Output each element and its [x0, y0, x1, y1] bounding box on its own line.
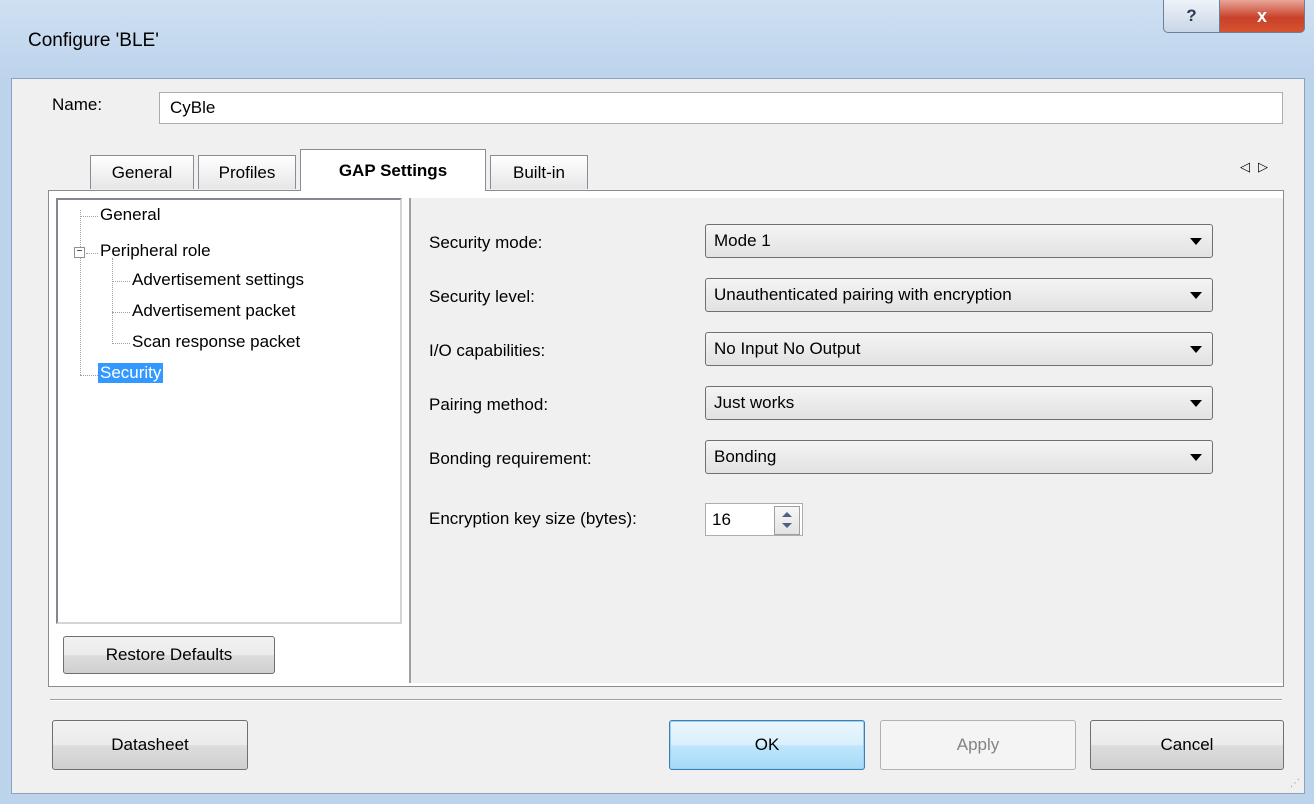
- datasheet-button[interactable]: Datasheet: [52, 720, 248, 770]
- tree-line: [80, 375, 98, 376]
- pairing-method-label: Pairing method:: [429, 395, 549, 414]
- spin-down-icon[interactable]: [782, 523, 792, 528]
- bonding-requirement-dropdown[interactable]: Bonding: [705, 440, 1213, 474]
- tree-item-peripheral-role[interactable]: Peripheral role: [100, 241, 211, 261]
- tree-item-scan-response-packet[interactable]: Scan response packet: [132, 332, 300, 352]
- tab-scroll-arrows: ◁▷: [1240, 159, 1276, 175]
- tree-item-advertisement-settings[interactable]: Advertisement settings: [132, 270, 304, 290]
- tree-line: [80, 210, 81, 375]
- dropdown-arrow-icon: [1190, 346, 1202, 353]
- spin-up-icon[interactable]: [782, 512, 792, 517]
- tree-line: [112, 281, 130, 282]
- name-input[interactable]: CyBle: [159, 92, 1283, 124]
- tab-profiles[interactable]: Profiles: [198, 155, 296, 189]
- separator: [50, 699, 1282, 701]
- tab-built-in[interactable]: Built-in: [490, 155, 588, 189]
- io-capabilities-dropdown[interactable]: No Input No Output: [705, 332, 1213, 366]
- tree-line: [112, 312, 130, 313]
- dropdown-arrow-icon: [1190, 238, 1202, 245]
- title-bar: Configure 'BLE' ? x: [0, 0, 1314, 90]
- bonding-requirement-value: Bonding: [714, 447, 777, 466]
- io-capabilities-value: No Input No Output: [714, 339, 861, 358]
- tab-scroll-right-icon[interactable]: ▷: [1258, 159, 1276, 174]
- resize-grip-icon[interactable]: ⋰: [1290, 778, 1300, 789]
- name-label: Name:: [52, 95, 103, 114]
- dialog-frame: Configure 'BLE' ? x Name: CyBle General …: [0, 0, 1314, 804]
- spinner-buttons[interactable]: [774, 506, 800, 535]
- security-mode-dropdown[interactable]: Mode 1: [705, 224, 1213, 258]
- dropdown-arrow-icon: [1190, 292, 1202, 299]
- tree-line: [86, 253, 98, 254]
- encryption-key-size-spinner[interactable]: 16: [705, 503, 803, 536]
- security-settings-area: Security mode: Mode 1 Security level: Un…: [409, 198, 1283, 683]
- gap-settings-panel: General − Peripheral role Advertisement …: [48, 190, 1284, 687]
- restore-defaults-button[interactable]: Restore Defaults: [63, 636, 275, 674]
- window-title: Configure 'BLE': [28, 30, 159, 51]
- cancel-button[interactable]: Cancel: [1090, 720, 1284, 770]
- tree-line: [112, 258, 113, 344]
- tree-line: [112, 343, 130, 344]
- ok-button[interactable]: OK: [669, 720, 865, 770]
- security-mode-label: Security mode:: [429, 233, 543, 252]
- pairing-method-value: Just works: [714, 393, 795, 412]
- tree-item-advertisement-packet[interactable]: Advertisement packet: [132, 301, 295, 321]
- encryption-key-size-label: Encryption key size (bytes):: [429, 509, 637, 528]
- dropdown-arrow-icon: [1190, 400, 1202, 407]
- settings-tree: General − Peripheral role Advertisement …: [56, 198, 402, 624]
- apply-button: Apply: [880, 720, 1076, 770]
- pairing-method-dropdown[interactable]: Just works: [705, 386, 1213, 420]
- tree-line: [80, 216, 98, 217]
- io-capabilities-label: I/O capabilities:: [429, 341, 546, 360]
- dropdown-arrow-icon: [1190, 454, 1202, 461]
- security-level-dropdown[interactable]: Unauthenticated pairing with encryption: [705, 278, 1213, 312]
- security-level-label: Security level:: [429, 287, 535, 306]
- security-mode-value: Mode 1: [714, 231, 771, 250]
- security-level-value: Unauthenticated pairing with encryption: [714, 285, 1012, 304]
- help-button[interactable]: ?: [1163, 0, 1220, 33]
- tree-item-general[interactable]: General: [100, 205, 160, 225]
- dialog-client-area: Name: CyBle General Profiles GAP Setting…: [11, 78, 1305, 794]
- encryption-key-size-value: 16: [712, 510, 731, 529]
- tree-item-security[interactable]: Security: [98, 363, 164, 383]
- tab-general[interactable]: General: [90, 155, 194, 189]
- close-button[interactable]: x: [1219, 0, 1305, 33]
- collapse-icon[interactable]: −: [74, 247, 85, 258]
- tab-gap-settings[interactable]: GAP Settings: [300, 149, 486, 191]
- bonding-requirement-label: Bonding requirement:: [429, 449, 592, 468]
- tab-scroll-left-icon[interactable]: ◁: [1240, 159, 1258, 174]
